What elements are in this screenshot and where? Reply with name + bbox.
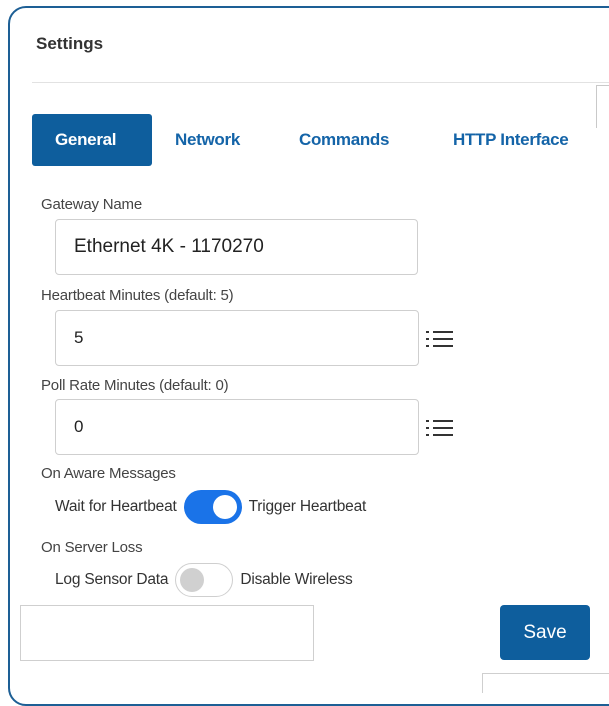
disable-wireless-label: Disable Wireless [240,571,353,588]
on-server-loss-toggle[interactable] [175,563,234,597]
tab-http-interface[interactable]: HTTP Interface [453,114,569,166]
on-aware-messages-toggle[interactable] [183,490,242,524]
on-server-loss-label: On Server Loss [41,539,143,556]
poll-rate-minutes-input[interactable] [55,399,419,455]
tab-commands[interactable]: Commands [299,114,389,166]
toggle-knob [212,495,237,519]
wait-for-heartbeat-label: Wait for Heartbeat [55,498,177,515]
tab-general[interactable]: General [32,114,152,166]
heartbeat-minutes-label: Heartbeat Minutes (default: 5) [41,287,234,304]
on-aware-messages-label: On Aware Messages [41,465,176,482]
overlapping-bottom-panel [482,673,609,693]
on-aware-messages-toggle-row: Wait for Heartbeat Trigger Heartbeat [55,489,366,525]
save-button[interactable]: Save [500,605,590,660]
log-sensor-data-label: Log Sensor Data [55,571,169,588]
tab-network[interactable]: Network [175,114,240,166]
overlapping-panel-edge [596,85,609,128]
poll-rate-list-icon[interactable] [424,416,456,440]
trigger-heartbeat-label: Trigger Heartbeat [248,498,367,515]
title-divider [32,82,609,83]
panel-title: Settings [36,34,104,53]
toggle-knob [180,568,205,592]
heartbeat-list-icon[interactable] [424,327,456,351]
on-server-loss-toggle-row: Log Sensor Data Disable Wireless [55,562,353,598]
gateway-name-input[interactable] [55,219,418,275]
footer-input[interactable] [20,605,314,661]
gateway-name-label: Gateway Name [41,196,142,213]
heartbeat-minutes-input[interactable] [55,310,419,366]
poll-rate-minutes-label: Poll Rate Minutes (default: 0) [41,377,229,394]
